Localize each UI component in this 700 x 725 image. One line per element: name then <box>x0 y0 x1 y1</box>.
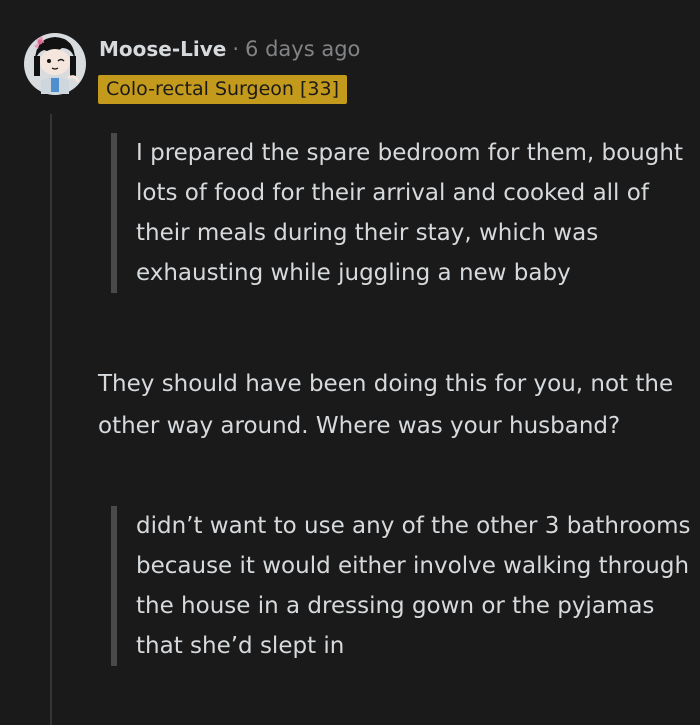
username-link[interactable]: Moose-Live <box>99 37 226 61</box>
quote-block: didn’t want to use any of the other 3 ba… <box>111 506 696 666</box>
timestamp-link[interactable]: 6 days ago <box>245 37 360 61</box>
thread-collapse-line[interactable] <box>50 114 52 725</box>
avatar-image <box>24 33 86 95</box>
comment-paragraph: They should have been doing this for you… <box>98 371 674 439</box>
quote-text: I prepared the spare bedroom for them, b… <box>136 140 683 286</box>
quote-text: didn’t want to use any of the other 3 ba… <box>136 513 691 659</box>
comment-meta: Moose-Live · 6 days ago <box>99 34 360 64</box>
quote-block: I prepared the spare bedroom for them, b… <box>111 133 696 293</box>
meta-separator: · <box>232 37 240 61</box>
user-flair: Colo-rectal Surgeon [33] <box>98 75 347 104</box>
avatar[interactable] <box>22 26 88 98</box>
comment-body: They should have been doing this for you… <box>98 363 688 447</box>
